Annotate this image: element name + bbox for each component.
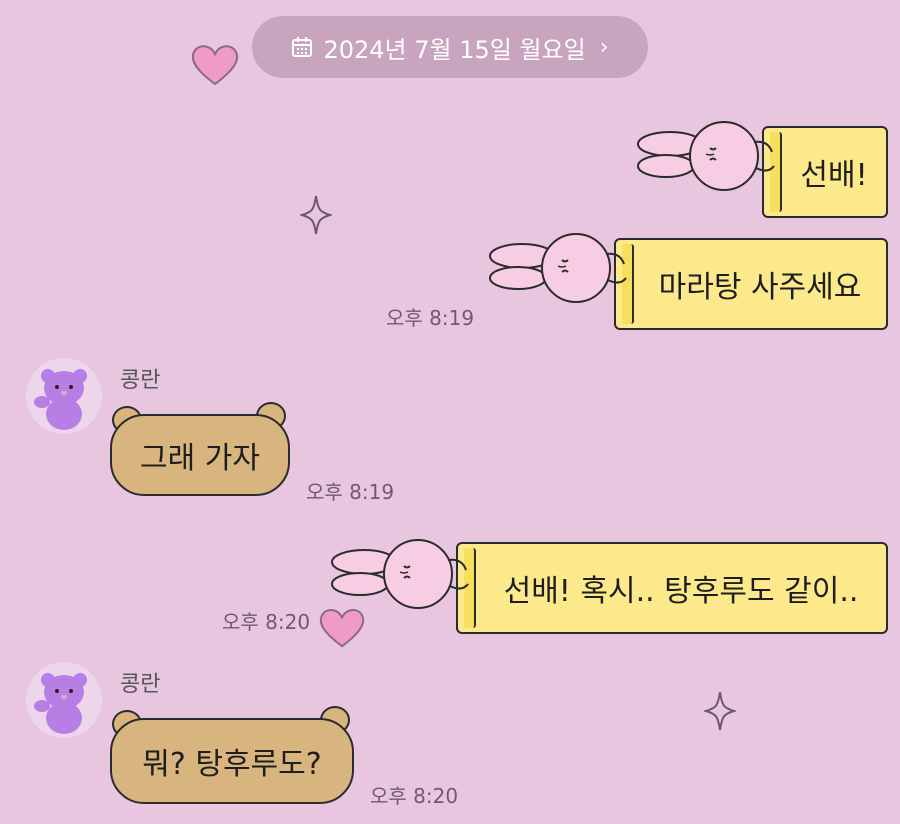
- message-timestamp: 오후 8:20: [370, 784, 459, 808]
- date-header-pill[interactable]: 2024년 7월 15일 월요일 ›: [252, 16, 648, 78]
- sparkle-icon: [704, 691, 736, 731]
- bear-avatar[interactable]: [26, 358, 102, 434]
- message-text: 그래 가자: [140, 441, 260, 476]
- date-label: 2024년 7월 15일 월요일: [323, 35, 586, 64]
- incoming-message-bubble[interactable]: 그래 가자: [110, 414, 290, 496]
- bear-avatar-icon: [34, 673, 87, 734]
- message-text: 선배! 혹시.. 탕후루도 같이..: [503, 574, 859, 609]
- bunny-sticker: [489, 233, 627, 303]
- outgoing-message-bubble[interactable]: 선배! 혹시.. 탕후루도 같이..: [456, 542, 888, 634]
- message-timestamp: 오후 8:19: [386, 306, 475, 330]
- bunny-sticker: [331, 539, 469, 609]
- message-timestamp: 오후 8:20: [222, 610, 311, 634]
- bear-avatar-icon: [34, 369, 87, 430]
- message-timestamp: 오후 8:19: [306, 480, 395, 504]
- sender-name: 콩란: [120, 672, 161, 697]
- message-text: 뭐? 탕후루도?: [142, 747, 322, 782]
- message-text: 선배!: [800, 158, 868, 193]
- sender-name: 콩란: [120, 368, 161, 393]
- chevron-right-icon: ›: [599, 34, 609, 60]
- bunny-sticker: [637, 121, 775, 191]
- message-text: 마라탕 사주세요: [658, 270, 862, 305]
- sparkle-icon: [300, 195, 332, 235]
- outgoing-message-bubble[interactable]: 마라탕 사주세요: [614, 238, 888, 330]
- heart-icon: [191, 45, 239, 86]
- bear-avatar[interactable]: [26, 662, 102, 738]
- calendar-icon: [292, 37, 313, 57]
- incoming-message-bubble[interactable]: 뭐? 탕후루도?: [110, 718, 354, 804]
